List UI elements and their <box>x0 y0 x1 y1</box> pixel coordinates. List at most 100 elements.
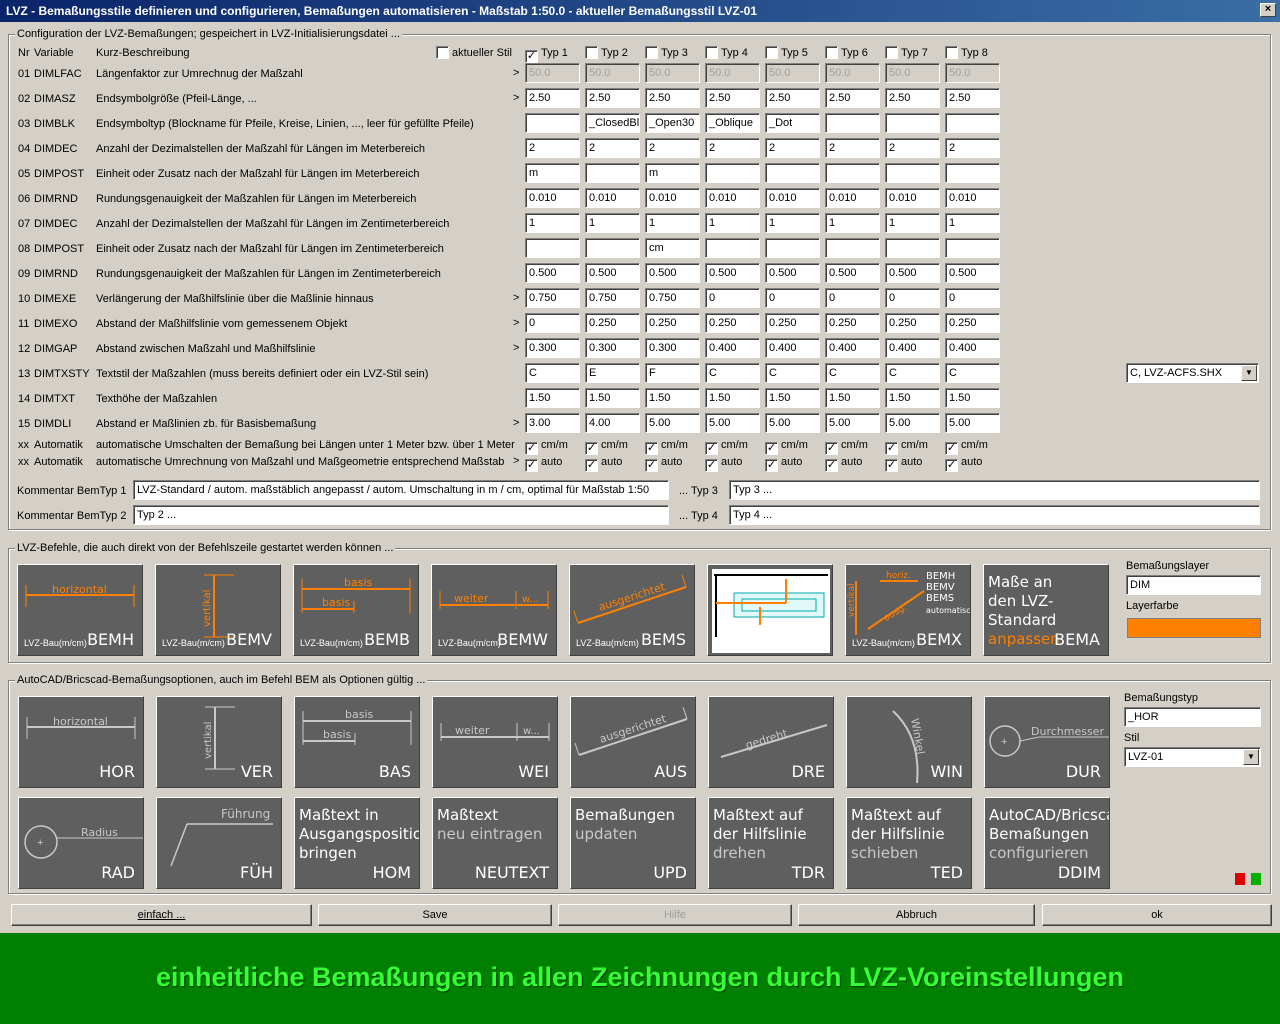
value-input[interactable]: 0.250 <box>585 313 640 333</box>
value-input[interactable]: 1 <box>825 213 880 233</box>
command-tile-tdr[interactable]: Maßtext auf der Hilfslinie drehen TDR <box>708 797 834 889</box>
current-style-checkbox[interactable]: aktueller Stil <box>436 46 512 60</box>
comment2-input[interactable]: Typ 2 ... <box>133 505 669 525</box>
value-input[interactable]: 0.010 <box>525 188 580 208</box>
auto-checkbox[interactable]: ✓ auto <box>585 455 622 472</box>
auto-checkbox[interactable]: ✓ cm/m <box>765 438 808 455</box>
type-checkbox-2[interactable]: Typ 2 <box>585 46 628 60</box>
value-input[interactable] <box>585 238 640 258</box>
value-input[interactable]: cm <box>645 238 700 258</box>
value-input[interactable]: 3.00 <box>525 413 580 433</box>
command-tile-bema[interactable]: Maße an den LVZ-Standard anpassen BEMA <box>983 564 1109 656</box>
auto-checkbox[interactable]: ✓ cm/m <box>885 438 928 455</box>
value-input[interactable]: 50.0 <box>705 63 760 83</box>
value-input[interactable] <box>525 113 580 133</box>
value-input[interactable]: 5.00 <box>765 413 820 433</box>
value-input[interactable]: 1 <box>945 213 1000 233</box>
ok-button[interactable]: ok <box>1042 904 1272 926</box>
value-input[interactable]: 2 <box>885 138 940 158</box>
value-input[interactable]: C <box>825 363 880 383</box>
value-input[interactable]: _Oblique <box>705 113 760 133</box>
auto-checkbox[interactable]: ✓ cm/m <box>825 438 868 455</box>
value-input[interactable] <box>945 238 1000 258</box>
value-input[interactable]: 1 <box>585 213 640 233</box>
value-input[interactable] <box>945 163 1000 183</box>
value-input[interactable]: 0.010 <box>825 188 880 208</box>
value-input[interactable]: 2 <box>585 138 640 158</box>
value-input[interactable]: 0.500 <box>825 263 880 283</box>
command-tile-dur[interactable]: + Durchmesser DUR <box>984 696 1110 788</box>
value-input[interactable]: C <box>945 363 1000 383</box>
command-tile-füh[interactable]: Führung FÜH <box>156 797 282 889</box>
type-checkbox-6[interactable]: Typ 6 <box>825 46 868 60</box>
command-tile-hom[interactable]: Maßtext in Ausgangsposition bringen HOM <box>294 797 420 889</box>
value-input[interactable]: 0.750 <box>585 288 640 308</box>
value-input[interactable]: 0.250 <box>645 313 700 333</box>
auto-checkbox[interactable]: ✓ auto <box>945 455 982 472</box>
command-tile-rad[interactable]: + Radius RAD <box>18 797 144 889</box>
type-checkbox-3[interactable]: Typ 3 <box>645 46 688 60</box>
close-button[interactable]: × <box>1260 3 1276 17</box>
value-input[interactable]: 5.00 <box>945 413 1000 433</box>
value-input[interactable]: 1 <box>645 213 700 233</box>
command-tile-bas[interactable]: basis basis BAS <box>294 696 420 788</box>
command-tile-beml[interactable]: LVZ-Bau(m/cm) BEML <box>707 564 833 656</box>
value-input[interactable]: 0.500 <box>705 263 760 283</box>
type-checkbox-8[interactable]: Typ 8 <box>945 46 988 60</box>
font-style-select[interactable]: C, LVZ-ACFS.SHX ▼ <box>1126 363 1259 383</box>
value-input[interactable]: 5.00 <box>825 413 880 433</box>
value-input[interactable]: 1.50 <box>525 388 580 408</box>
auto-checkbox[interactable]: ✓ auto <box>705 455 742 472</box>
value-input[interactable] <box>825 163 880 183</box>
help-button[interactable]: Hilfe <box>558 904 792 926</box>
value-input[interactable]: _ClosedBla <box>585 113 640 133</box>
command-tile-bemw[interactable]: weiter w... LVZ-Bau(m/cm) BEMW <box>431 564 557 656</box>
value-input[interactable]: _Open30 <box>645 113 700 133</box>
comment4-input[interactable]: Typ 4 ... <box>729 505 1260 525</box>
value-input[interactable]: 2.50 <box>945 88 1000 108</box>
auto-checkbox[interactable]: ✓ cm/m <box>645 438 688 455</box>
command-tile-wei[interactable]: weiter w... WEI <box>432 696 558 788</box>
value-input[interactable]: 2.50 <box>825 88 880 108</box>
layer-color-swatch[interactable] <box>1127 618 1261 638</box>
type-checkbox-7[interactable]: Typ 7 <box>885 46 928 60</box>
value-input[interactable]: 1 <box>765 213 820 233</box>
dim-type-input[interactable]: _HOR <box>1124 707 1261 727</box>
value-input[interactable] <box>705 163 760 183</box>
value-input[interactable]: 0.400 <box>825 338 880 358</box>
value-input[interactable] <box>765 238 820 258</box>
value-input[interactable]: 0 <box>885 288 940 308</box>
auto-checkbox[interactable]: ✓ cm/m <box>525 438 568 455</box>
value-input[interactable]: 0.010 <box>885 188 940 208</box>
command-tile-dre[interactable]: gedreht DRE <box>708 696 834 788</box>
value-input[interactable]: m <box>525 163 580 183</box>
value-input[interactable]: 1.50 <box>765 388 820 408</box>
value-input[interactable]: 0.250 <box>945 313 1000 333</box>
value-input[interactable] <box>705 238 760 258</box>
value-input[interactable]: 50.0 <box>765 63 820 83</box>
value-input[interactable]: 0.300 <box>525 338 580 358</box>
value-input[interactable] <box>825 238 880 258</box>
command-tile-neutext[interactable]: Maßtext neu eintragen NEUTEXT <box>432 797 558 889</box>
value-input[interactable]: 2 <box>765 138 820 158</box>
value-input[interactable]: 0.750 <box>525 288 580 308</box>
value-input[interactable]: 2.50 <box>645 88 700 108</box>
value-input[interactable]: 0.400 <box>885 338 940 358</box>
value-input[interactable]: 2.50 <box>585 88 640 108</box>
value-input[interactable] <box>885 238 940 258</box>
value-input[interactable]: 0.010 <box>765 188 820 208</box>
value-input[interactable]: 0.750 <box>645 288 700 308</box>
value-input[interactable]: 0 <box>825 288 880 308</box>
value-input[interactable]: 0.250 <box>885 313 940 333</box>
value-input[interactable]: 1 <box>885 213 940 233</box>
value-input[interactable] <box>525 238 580 258</box>
value-input[interactable]: 0.500 <box>525 263 580 283</box>
value-input[interactable]: C <box>765 363 820 383</box>
value-input[interactable]: 1.50 <box>825 388 880 408</box>
command-tile-bemx[interactable]: vertikal horiz. ausg. BEMH BEMV BEMS automatis… <box>845 564 971 656</box>
value-input[interactable]: 50.0 <box>885 63 940 83</box>
auto-checkbox[interactable]: ✓ auto <box>885 455 922 472</box>
value-input[interactable]: E <box>585 363 640 383</box>
type-checkbox-1[interactable]: ✓ Typ 1 <box>525 46 568 63</box>
value-input[interactable]: _Dot <box>765 113 820 133</box>
